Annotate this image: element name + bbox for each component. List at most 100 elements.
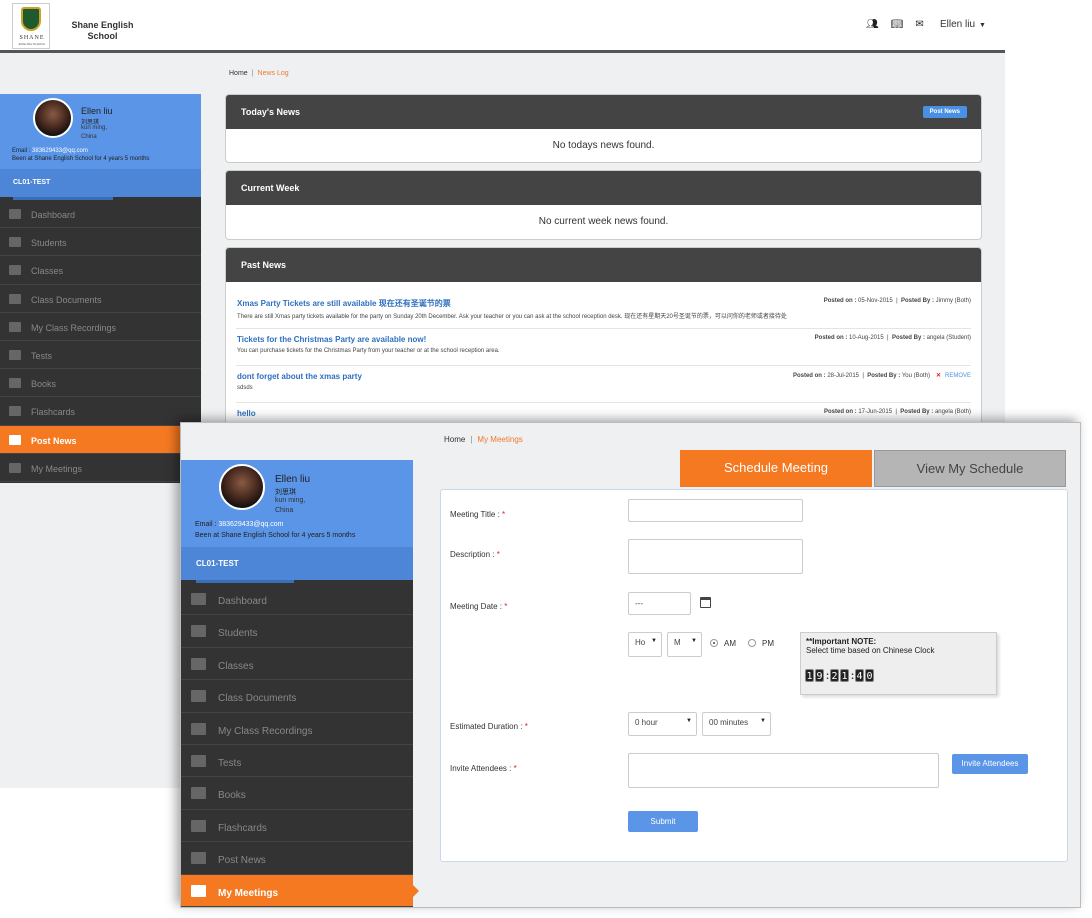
remove-button[interactable]: REMOVE: [945, 373, 971, 379]
description-textarea[interactable]: [628, 539, 803, 574]
school-logo[interactable]: SHANE ENGLISH SCHOOL: [12, 3, 50, 49]
recording-icon: [191, 722, 206, 735]
sidebar-item-class-recordings[interactable]: My Class Recordings: [0, 313, 201, 341]
duration-hour-select[interactable]: 0 hour ▼: [628, 712, 697, 736]
sidebar-item-books[interactable]: Books: [0, 369, 201, 398]
caret-down-icon: ▼: [651, 638, 657, 644]
sidebar-item-students[interactable]: Students: [0, 228, 201, 257]
posted-on-value: 17-Jun-2015: [858, 409, 893, 415]
news-title[interactable]: dont forget about the xmas party: [237, 372, 362, 381]
sidebar-item-tests[interactable]: Tests: [181, 745, 413, 778]
posted-by-value: angela (Both): [934, 409, 971, 415]
sidebar-item-post-news[interactable]: Post News: [181, 842, 413, 875]
clock-digit: 0: [865, 669, 874, 682]
sidebar-item-students[interactable]: Students: [181, 615, 413, 648]
breadcrumb: Home | My Meetings: [444, 435, 523, 444]
panel-title: Today's News: [241, 107, 300, 117]
profile-country: China: [275, 507, 294, 514]
am-radio[interactable]: AM: [710, 639, 736, 648]
top-header: SHANE ENGLISH SCHOOL Shane English Schoo…: [0, 0, 1005, 53]
clock-digit: 1: [805, 669, 814, 682]
posted-on-label: Posted on :: [814, 335, 848, 341]
mail-icon[interactable]: ✉︎: [915, 19, 923, 30]
meeting-date-input[interactable]: ---: [628, 592, 691, 615]
sidebar-item-label: Flashcards: [218, 822, 267, 834]
sidebar-item-class-recordings[interactable]: My Class Recordings: [181, 713, 413, 745]
sidebar-item-dashboard[interactable]: Dashboard: [0, 200, 201, 229]
radio-selected-icon: [710, 639, 718, 647]
label-text: Description :: [450, 550, 495, 559]
logo-text: SHANE: [19, 35, 45, 41]
user-menu[interactable]: Ellen liu ▼: [940, 19, 986, 30]
tests-icon: [9, 349, 21, 360]
sidebar-item-books[interactable]: Books: [181, 777, 413, 810]
classes-icon: [9, 265, 21, 276]
invite-attendees-input[interactable]: [628, 753, 939, 788]
hour-select[interactable]: Ho ▼: [628, 632, 662, 657]
panel-title: Current Week: [241, 183, 300, 193]
tab-schedule-meeting[interactable]: Schedule Meeting: [680, 450, 872, 487]
sidebar-item-label: My Class Recordings: [31, 322, 117, 333]
sidebar-item-label: My Meetings: [31, 463, 83, 474]
profile-country: China: [81, 134, 97, 140]
user-name: Ellen liu: [940, 19, 976, 30]
required-mark: *: [524, 722, 528, 731]
pm-radio[interactable]: PM: [748, 639, 774, 648]
submit-button[interactable]: Submit: [628, 811, 698, 832]
label-text: Estimated Duration :: [450, 722, 523, 731]
news-item: Tickets for the Christmas Party are avai…: [236, 329, 971, 366]
news-description: You can purchase tickets for the Christm…: [237, 348, 500, 354]
news-title[interactable]: hello: [237, 409, 256, 418]
required-mark: *: [502, 510, 506, 519]
tab-view-my-schedule[interactable]: View My Schedule: [874, 450, 1066, 487]
book-open-icon[interactable]: 📖︎: [891, 19, 904, 30]
sidebar-item-classes[interactable]: Classes: [181, 648, 413, 681]
sidebar-item-class-documents[interactable]: Class Documents: [0, 285, 201, 313]
sidebar-item-tests[interactable]: Tests: [0, 341, 201, 370]
sidebar-item-my-meetings[interactable]: My Meetings: [181, 874, 419, 907]
meetings-icon: [191, 884, 206, 897]
calendar-icon[interactable]: [700, 597, 711, 608]
sidebar-item-post-news[interactable]: Post News: [0, 425, 201, 454]
tests-icon: [191, 754, 206, 767]
chinese-clock: 19:21:40: [805, 669, 875, 682]
invite-attendees-button[interactable]: Invite Attendees: [952, 754, 1028, 774]
sidebar-item-label: Students: [31, 238, 67, 249]
class-code[interactable]: CL01-TEST: [181, 547, 413, 580]
sidebar-item-label: Post News: [218, 855, 266, 867]
news-title[interactable]: Tickets for the Christmas Party are avai…: [237, 335, 426, 344]
sidebar-item-label: Class Documents: [31, 294, 102, 305]
posted-by-label: Posted By :: [867, 373, 901, 379]
clock-digit: 1: [840, 669, 849, 682]
todays-news-panel: Today's News Post News No todays news fo…: [225, 94, 982, 163]
email-label: Email :: [12, 148, 31, 154]
sidebar-item-label: My Meetings: [218, 887, 279, 899]
minute-select[interactable]: M ▼: [667, 632, 702, 657]
sidebar-item-classes[interactable]: Classes: [0, 256, 201, 285]
breadcrumb-separator: |: [251, 70, 254, 77]
sidebar-item-label: Classes: [218, 660, 254, 672]
sidebar-item-class-documents[interactable]: Class Documents: [181, 680, 413, 713]
meeting-title-input[interactable]: [628, 499, 803, 522]
panel-header: Current Week: [226, 171, 981, 205]
post-news-button[interactable]: Post News: [922, 106, 967, 118]
breadcrumb-home[interactable]: Home: [444, 435, 465, 444]
invite-label: Invite Attendees : *: [450, 764, 517, 773]
book-icon: [191, 787, 206, 800]
panel-header: Today's News Post News: [226, 95, 981, 129]
class-code[interactable]: CL01-TEST: [0, 169, 201, 197]
posted-on-value: 10-Aug-2015: [849, 335, 884, 341]
sidebar-item-label: Post News: [31, 435, 77, 446]
news-icon: [191, 852, 206, 865]
sidebar-item-flashcards[interactable]: Flashcards: [0, 397, 201, 426]
sidebar-item-my-meetings[interactable]: My Meetings: [0, 454, 201, 482]
sidebar-item-flashcards[interactable]: Flashcards: [181, 810, 413, 843]
news-title[interactable]: Xmas Party Tickets are still available 现…: [237, 298, 451, 309]
sidebar-item-dashboard[interactable]: Dashboard: [181, 583, 413, 616]
remove-icon[interactable]: ✕: [936, 373, 941, 379]
profile-city: kun ming,: [275, 497, 306, 504]
duration-minute-select[interactable]: 00 minutes ▼: [702, 712, 771, 736]
people-icon[interactable]: 👥︎: [866, 19, 879, 30]
breadcrumb-home[interactable]: Home: [229, 70, 248, 77]
news-meta: Posted on : 05-Nov-2015 | Posted By : Ji…: [823, 298, 971, 304]
